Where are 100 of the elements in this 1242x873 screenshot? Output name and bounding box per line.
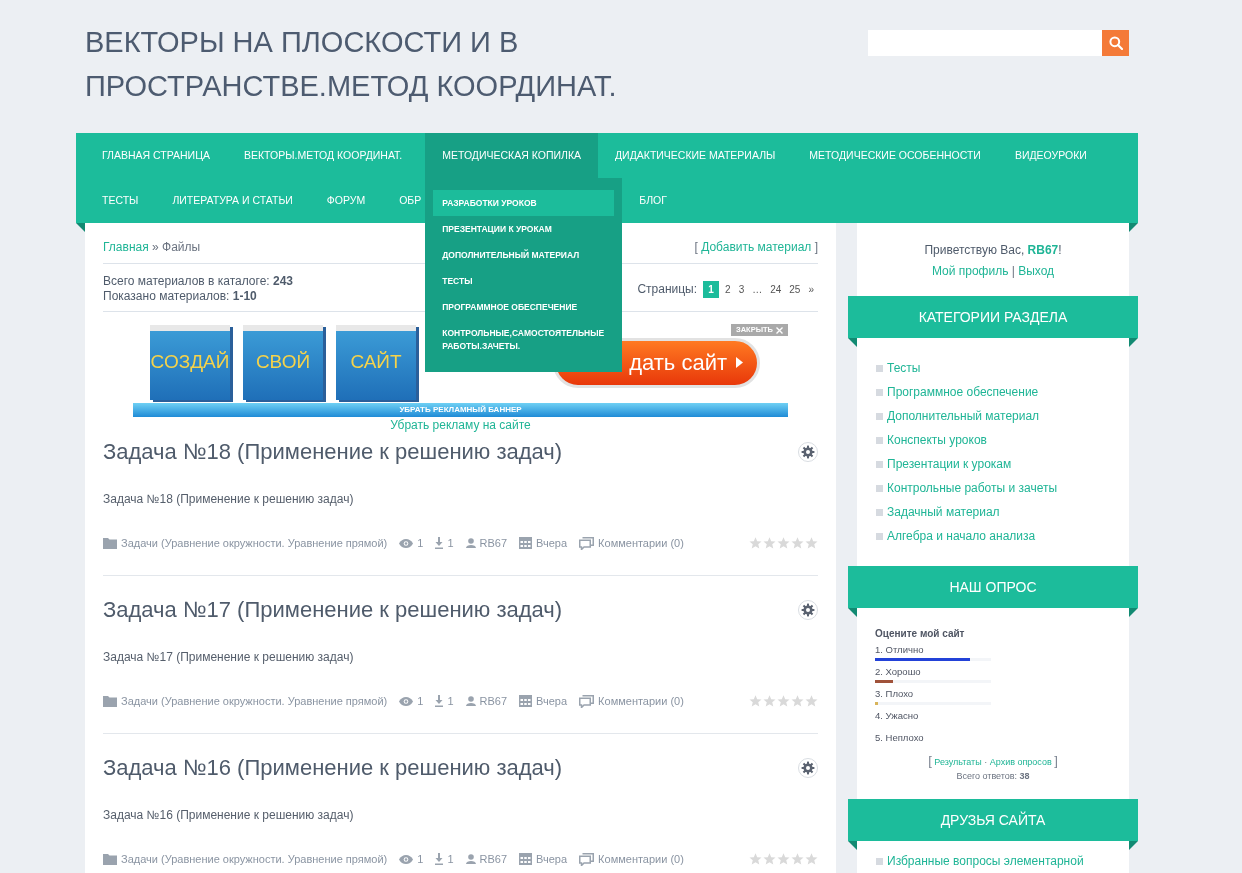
menu-item[interactable]: ТЕСТЫ [85, 178, 156, 223]
submenu-item[interactable]: ПРОГРАММНОЕ ОБЕСПЕЧЕНИЕ [433, 294, 615, 320]
category-link[interactable]: Дополнительный материал [876, 408, 1129, 424]
page-link[interactable]: 2 [721, 280, 735, 298]
add-material-link[interactable]: Добавить материал [701, 240, 812, 254]
page-link[interactable]: 24 [766, 280, 786, 298]
author-link[interactable]: RB67 [479, 851, 508, 867]
search-button[interactable] [1102, 30, 1129, 56]
poll-total: Всего ответов: 38 [955, 770, 1031, 783]
user-icon [465, 538, 476, 548]
user-link[interactable]: Выход [1018, 264, 1055, 278]
date-text: Вчера [536, 694, 568, 709]
category-link[interactable]: Презентации к урокам [876, 456, 1129, 472]
category-link[interactable]: Задачи (Уравнение окружности. Уравнение прямой) [121, 851, 388, 867]
user-icon [465, 854, 476, 864]
author-link[interactable]: RB67 [479, 693, 508, 709]
poll-link[interactable]: Архив опросов [989, 757, 1052, 767]
widget-title: НАШ ОПРОС [848, 566, 1138, 608]
post-title[interactable]: Задача №16 (Применение к решению задач) [103, 753, 563, 783]
post-description: Задача №18 (Применение к решению задач) [103, 491, 355, 507]
menu-item[interactable]: ЛИТЕРАТУРА И СТАТЬИ [155, 178, 310, 223]
star-icon [763, 853, 776, 865]
bullet-icon [876, 436, 883, 444]
category-link[interactable]: Тесты [876, 360, 1129, 376]
comments-link[interactable]: Комментарии (0) [598, 693, 684, 709]
star-icon [791, 853, 804, 865]
ad-tile: СОЗДАЙ [150, 325, 230, 400]
star-rating[interactable] [749, 695, 818, 707]
menu-item[interactable]: МЕТОДИЧЕСКИЕ ОСОБЕННОСТИ [792, 133, 998, 178]
pages-label: Страницы: [637, 281, 698, 297]
comment-icon [579, 694, 595, 708]
settings-icon[interactable] [798, 758, 818, 778]
catalog-stat: Всего материалов в каталоге: 243 [103, 274, 294, 289]
bracket: ] [1054, 753, 1058, 768]
poll-option: 5. Неплохо [875, 731, 1111, 744]
eye-icon [399, 854, 414, 864]
menu-item[interactable]: ФОРУМ [309, 178, 383, 223]
menu-item[interactable]: ГЛАВНАЯ СТРАНИЦА [85, 133, 227, 178]
calendar-icon [519, 853, 533, 865]
download-icon [435, 695, 444, 707]
poll-option: 1. Отлично [875, 643, 1111, 656]
ad-tile: СВОЙ [243, 325, 323, 400]
category-link[interactable]: Контрольные работы и зачеты [876, 480, 1129, 496]
poll-link[interactable]: Результаты [934, 757, 982, 767]
search-field[interactable] [868, 30, 1102, 56]
submenu-item[interactable]: РАЗРАБОТКИ УРОКОВ [433, 190, 615, 216]
post-title[interactable]: Задача №18 (Применение к решению задач) [103, 437, 563, 467]
post-title[interactable]: Задача №17 (Применение к решению задач) [103, 595, 563, 625]
user-link[interactable]: Мой профиль [931, 264, 1009, 278]
category-link[interactable]: Конспекты уроков [876, 432, 1129, 448]
page-link[interactable]: » [804, 280, 818, 298]
settings-icon[interactable] [798, 600, 818, 620]
star-rating[interactable] [749, 853, 818, 865]
folder-icon [103, 695, 117, 707]
bullet-icon [876, 460, 883, 468]
submenu-item[interactable]: ПРЕЗЕНТАЦИИ К УРОКАМ [433, 216, 615, 242]
submenu-item[interactable]: ДОПОЛНИТЕЛЬНЫЙ МАТЕРИАЛ [433, 242, 615, 268]
star-icon [749, 853, 762, 865]
star-rating[interactable] [749, 537, 818, 549]
remove-ads-link[interactable]: Убрать рекламу на сайте [390, 418, 531, 432]
page-link[interactable]: … [748, 280, 767, 298]
page-link[interactable]: 1 [703, 280, 720, 298]
post-description: Задача №16 (Применение к решению задач) [103, 807, 355, 823]
bullet-icon [876, 484, 883, 492]
author-link[interactable]: RB67 [479, 535, 508, 551]
menu-item[interactable]: БЛОГ [622, 178, 684, 223]
star-icon [805, 537, 818, 549]
bullet-icon [876, 412, 883, 420]
breadcrumb-separator: » [152, 240, 159, 254]
category-link[interactable]: Избранные вопросы элементарной [876, 853, 1129, 869]
page-link[interactable]: 3 [734, 280, 749, 298]
calendar-icon [519, 537, 533, 549]
star-icon [777, 537, 790, 549]
breadcrumb-link[interactable]: Главная [103, 240, 149, 254]
comments-link[interactable]: Комментарии (0) [598, 851, 684, 867]
menu-item[interactable]: ВЕКТОРЫ.МЕТОД КООРДИНАТ. [226, 133, 420, 178]
menu-item[interactable]: ВИДЕОУРОКИ [997, 133, 1104, 178]
category-link[interactable]: Задачи (Уравнение окружности. Уравнение прямой) [121, 535, 388, 551]
date-text: Вчера [536, 536, 568, 551]
category-link[interactable]: Алгебра и начало анализа [876, 528, 1129, 544]
menu-item[interactable]: МЕТОДИЧЕСКАЯ КОПИЛКА [425, 133, 598, 178]
download-icon [435, 537, 444, 549]
comment-icon [579, 536, 595, 550]
settings-icon[interactable] [798, 442, 818, 462]
category-link[interactable]: Задачи (Уравнение окружности. Уравнение прямой) [121, 693, 388, 709]
widget-title: ДРУЗЬЯ САЙТА [848, 799, 1138, 841]
bullet-icon [876, 364, 883, 372]
eye-icon [399, 696, 414, 706]
menu-item[interactable]: ДИДАКТИЧЕСКИЕ МАТЕРИАЛЫ [598, 133, 793, 178]
poll-question: Оцените мой сайт [875, 627, 966, 640]
page-link[interactable]: 25 [785, 280, 805, 298]
bullet-icon [876, 508, 883, 516]
bullet-icon [876, 857, 883, 865]
remove-banner-button[interactable]: УБРАТЬ РЕКЛАМНЫЙ БАННЕР [133, 403, 788, 417]
eye-icon [399, 538, 414, 548]
submenu-item[interactable]: ТЕСТЫ [433, 268, 615, 294]
category-link[interactable]: Программное обеспечение [876, 384, 1129, 400]
category-link[interactable]: Задачный материал [876, 504, 1129, 520]
comments-link[interactable]: Комментарии (0) [598, 535, 684, 551]
link-separator: · [984, 757, 988, 767]
